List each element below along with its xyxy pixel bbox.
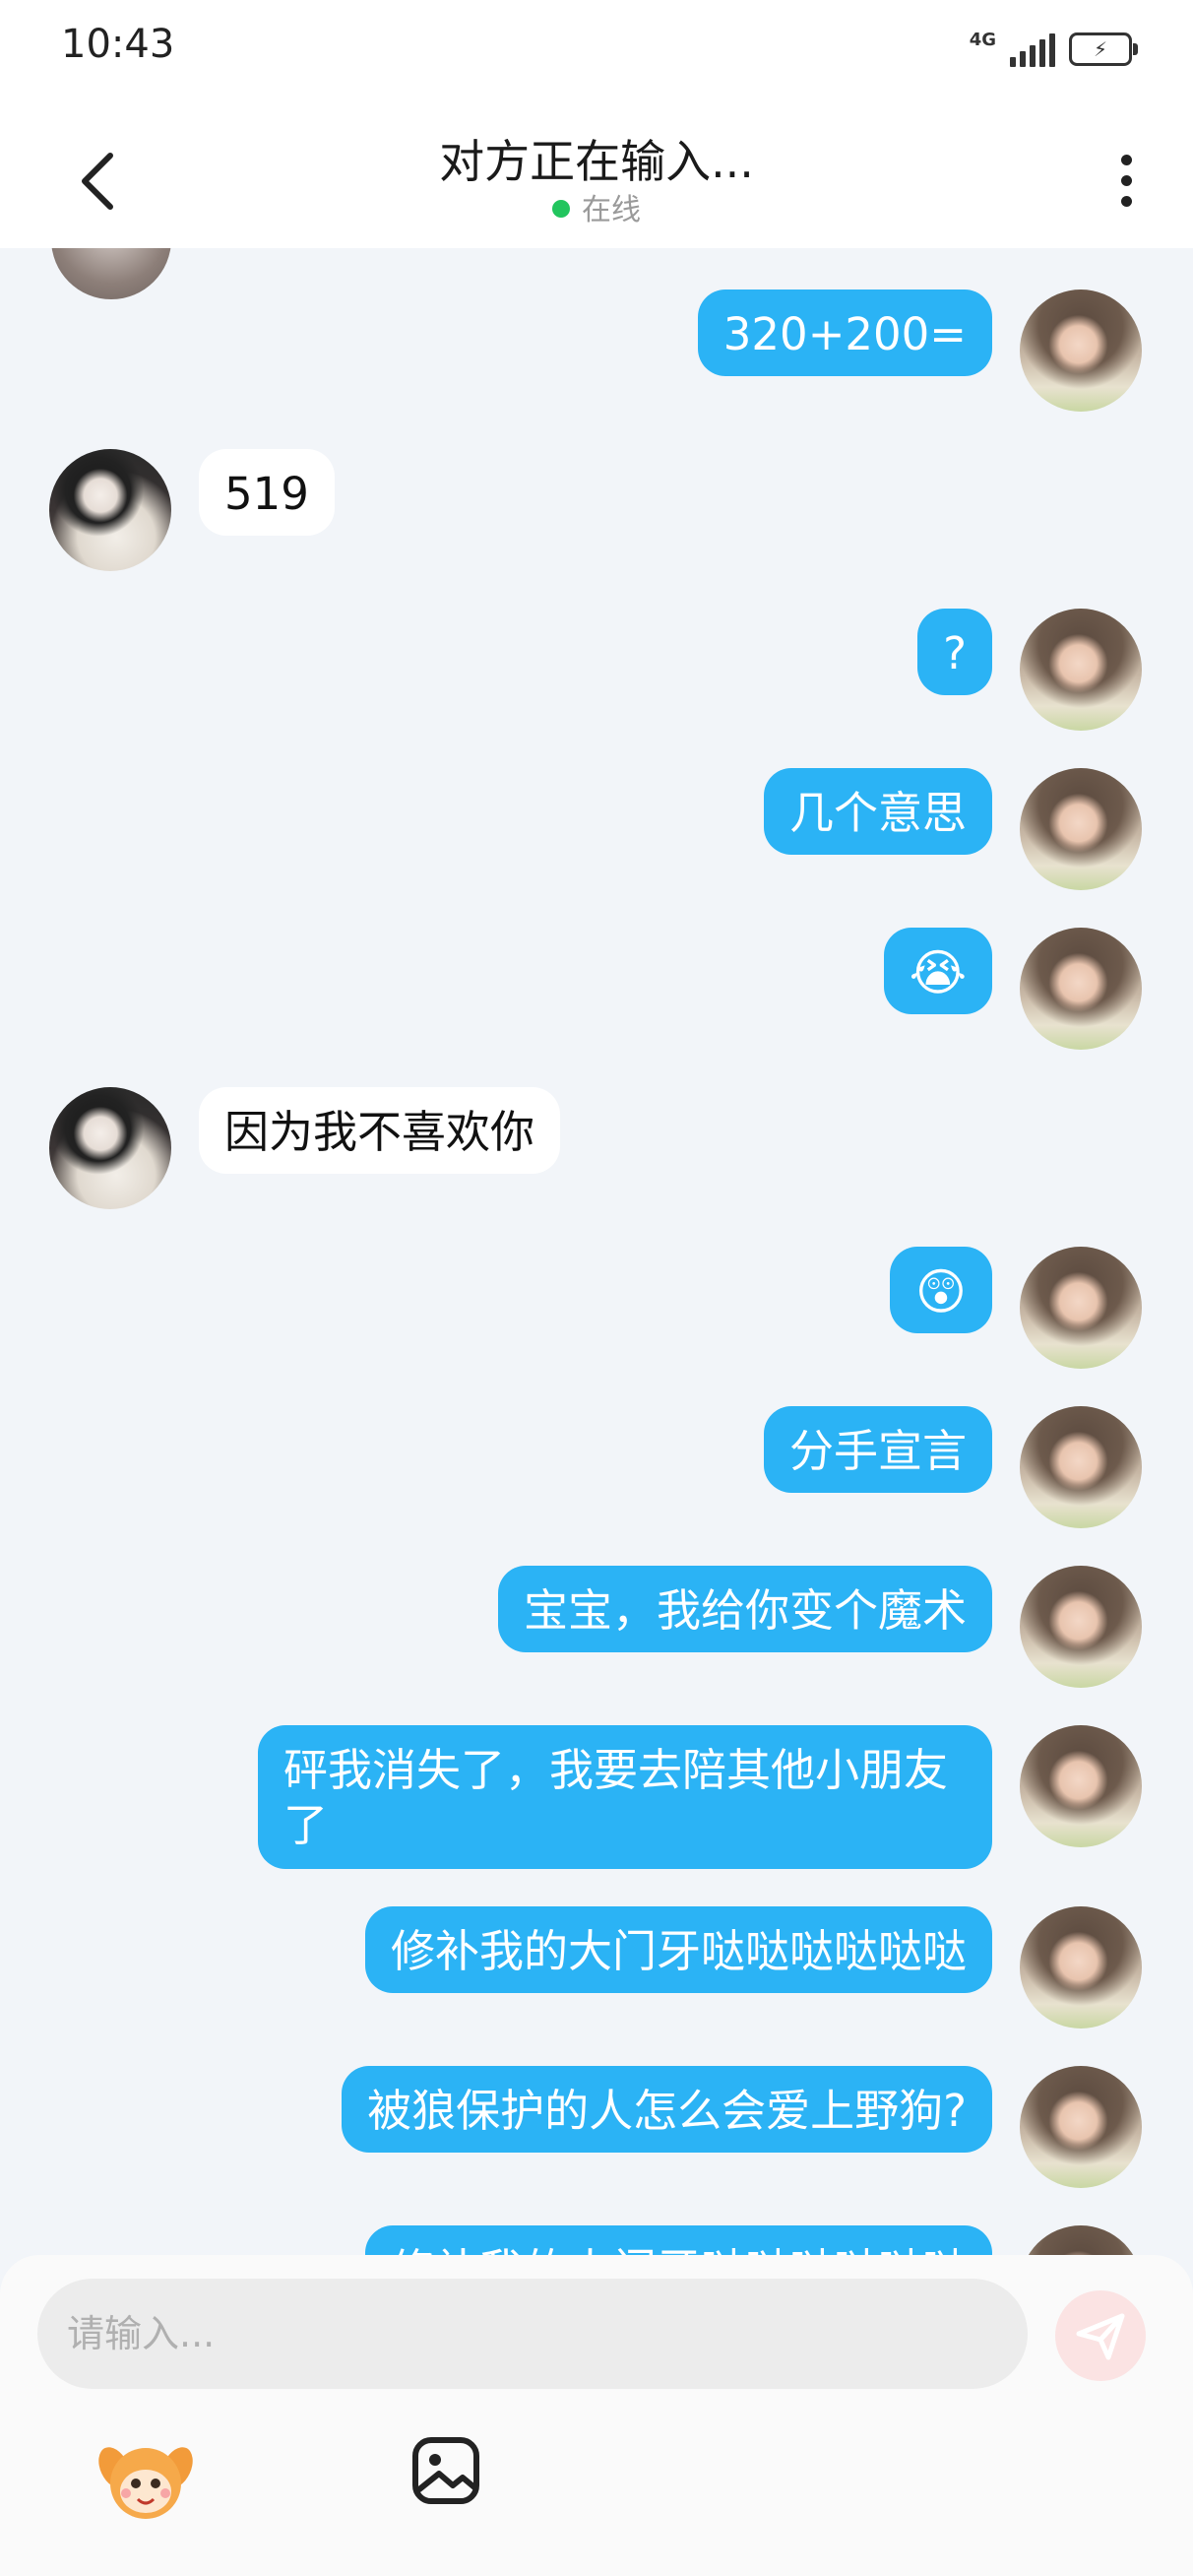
- online-status-label: 在线: [582, 193, 641, 227]
- avatar: [51, 248, 171, 299]
- mascot-icon: [98, 2447, 193, 2519]
- my-avatar[interactable]: [1020, 1406, 1142, 1528]
- my-emoji-bubble[interactable]: 😭: [883, 928, 992, 1014]
- network-type: 4G: [969, 29, 996, 50]
- more-options-button[interactable]: [1099, 146, 1154, 215]
- more-dot-icon: [1120, 154, 1132, 165]
- more-dot-icon: [1120, 174, 1132, 186]
- chat-title: 对方正在输入...: [439, 135, 754, 188]
- status-bar: 10:43 4G ⚡: [0, 0, 1193, 98]
- image-icon: [412, 2437, 479, 2504]
- my-avatar[interactable]: [1020, 1725, 1142, 1847]
- my-avatar[interactable]: [1020, 768, 1142, 890]
- online-status: 在线: [0, 185, 1193, 228]
- contact-message-bubble[interactable]: 因为我不喜欢你: [199, 1087, 561, 1174]
- online-dot-icon: [552, 199, 570, 218]
- my-avatar[interactable]: [1020, 290, 1142, 412]
- my-message-bubble[interactable]: 砰我消失了，我要去陪其他小朋友了: [258, 1725, 992, 1869]
- contact-message-bubble[interactable]: 519: [199, 449, 335, 536]
- image-button[interactable]: [409, 2434, 482, 2507]
- my-avatar[interactable]: [1020, 928, 1142, 1050]
- signal-icon: [1010, 32, 1055, 67]
- status-time: 10:43: [61, 22, 175, 67]
- battery-icon: ⚡: [1069, 32, 1138, 66]
- contact-avatar[interactable]: [49, 1087, 171, 1209]
- my-message-bubble[interactable]: 几个意思: [763, 768, 992, 855]
- my-avatar[interactable]: [1020, 1247, 1142, 1369]
- message-input[interactable]: [37, 2279, 1028, 2389]
- my-message-bubble[interactable]: 320+200=: [697, 290, 992, 376]
- sticker-mascot-button[interactable]: [96, 2428, 195, 2527]
- composer-bar: [0, 2255, 1193, 2576]
- more-dot-icon: [1120, 195, 1132, 207]
- chat-header: 对方正在输入... 在线: [0, 98, 1193, 248]
- contact-avatar[interactable]: [49, 449, 171, 571]
- send-button[interactable]: [1055, 2290, 1146, 2381]
- my-message-bubble[interactable]: 修补我的大门牙哒哒哒哒哒哒: [364, 2225, 992, 2257]
- my-message-bubble[interactable]: 宝宝，我给你变个魔术: [497, 1566, 992, 1652]
- my-message-bubble[interactable]: ?: [917, 609, 992, 695]
- my-avatar[interactable]: [1020, 2225, 1142, 2257]
- status-icons: 4G ⚡: [969, 28, 1138, 71]
- my-avatar[interactable]: [1020, 609, 1142, 731]
- my-avatar[interactable]: [1020, 1906, 1142, 2029]
- chat-list[interactable]: 320+200= 519 ? 几个意思 😭 因为我不喜欢你 😲 分手宣言 宝宝，…: [0, 248, 1193, 2257]
- my-message-bubble[interactable]: 修补我的大门牙哒哒哒哒哒哒: [364, 1906, 992, 1993]
- my-avatar[interactable]: [1020, 2066, 1142, 2188]
- my-message-bubble[interactable]: 被狼保护的人怎么会爱上野狗?: [342, 2066, 992, 2153]
- my-avatar[interactable]: [1020, 1566, 1142, 1688]
- my-message-bubble[interactable]: 分手宣言: [763, 1406, 992, 1493]
- send-icon: [1076, 2313, 1125, 2360]
- my-emoji-bubble[interactable]: 😲: [889, 1247, 992, 1333]
